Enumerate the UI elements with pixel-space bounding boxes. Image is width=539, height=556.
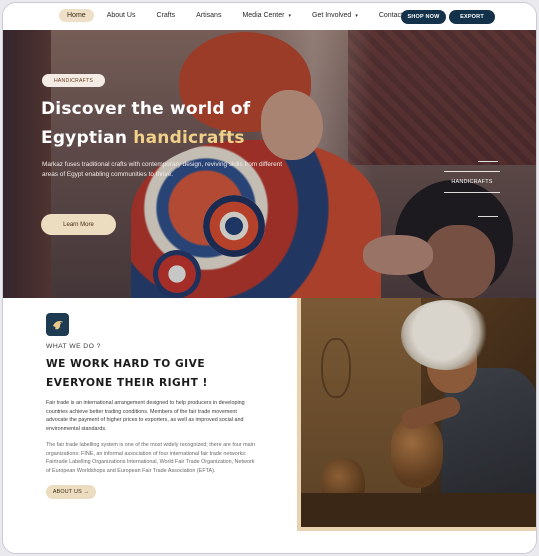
nav-get-involved[interactable]: Get Involved ▾ — [304, 9, 366, 22]
about-paragraph: Fair trade is an international arrangeme… — [46, 400, 245, 432]
nav-about-us[interactable]: About Us — [99, 9, 144, 22]
artisan-pottery-photo — [297, 298, 536, 531]
hero-category-badge: HANDICRAFTS — [42, 74, 105, 87]
photo-artisan-hair — [401, 300, 491, 370]
chevron-down-icon: ▾ — [288, 13, 291, 19]
hero-title-accent: handicrafts — [133, 128, 245, 148]
section-heading-line2: EVERYONE THEIR RIGHT ! — [46, 377, 208, 389]
chevron-down-icon: ▾ — [355, 13, 358, 19]
about-us-button[interactable]: ABOUT US → — [46, 485, 96, 499]
shop-now-button[interactable]: SHOP NOW — [401, 10, 446, 24]
section-eyebrow: WHAT WE DO ? — [46, 343, 101, 350]
about-paragraph-secondary: The fair trade labelling system is one o… — [46, 442, 255, 474]
hero-title-plain: Egyptian — [41, 128, 128, 148]
learn-more-button[interactable]: Learn More — [41, 214, 116, 235]
hero-side-divider — [478, 216, 498, 217]
about-section: WHAT WE DO ? WE WORK HARD TO GIVE EVERYO… — [3, 298, 536, 553]
hero-slide-label[interactable]: HANDICRAFTS — [444, 171, 500, 193]
hero-side-divider — [478, 161, 498, 162]
photo-clay-pot — [391, 418, 443, 488]
hero-section: HANDICRAFTS Discover the world of Egypti… — [3, 30, 536, 298]
nav-get-involved-label: Get Involved — [312, 12, 352, 19]
photo-workbench — [301, 493, 536, 527]
top-navigation: Home About Us Crafts Artisans Media Cent… — [3, 3, 536, 30]
hero-title-line2: Egyptian handicrafts — [41, 124, 361, 153]
nav-media-center-label: Media Center — [242, 12, 285, 19]
bird-logo-icon — [46, 313, 69, 336]
nav-media-center[interactable]: Media Center ▾ — [234, 9, 299, 22]
nav-home[interactable]: Home — [59, 9, 94, 22]
section-heading: WE WORK HARD TO GIVE EVERYONE THEIR RIGH… — [46, 355, 276, 393]
bird-logo-icon-svg — [52, 320, 63, 329]
browser-frame: Home About Us Crafts Artisans Media Cent… — [2, 2, 537, 554]
hero-title: Discover the world of Egyptian handicraf… — [41, 95, 361, 153]
nav-crafts[interactable]: Crafts — [148, 9, 183, 22]
photo-wall-mural — [321, 338, 351, 398]
nav-links: Home About Us Crafts Artisans Media Cent… — [57, 9, 426, 22]
hero-title-line1: Discover the world of — [41, 99, 251, 119]
export-button[interactable]: EXPORT — [449, 10, 495, 24]
hero-description: Markaz fuses traditional crafts with con… — [42, 161, 282, 178]
section-heading-line1: WE WORK HARD TO GIVE — [46, 358, 206, 370]
nav-artisans[interactable]: Artisans — [188, 9, 229, 22]
